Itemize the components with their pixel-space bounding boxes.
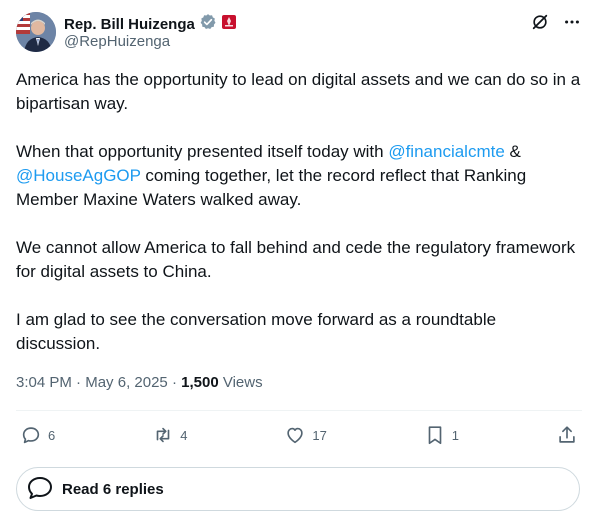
bookmark-button[interactable]: 1 — [424, 424, 459, 446]
post-text-segment: & — [504, 142, 521, 161]
post-date[interactable]: May 6, 2025 — [85, 374, 168, 391]
post-paragraph-4: I am glad to see the conversation move f… — [16, 310, 497, 353]
author-handle[interactable]: @RepHuizenga — [64, 33, 170, 50]
read-replies-label: Read 6 replies — [62, 480, 164, 498]
post-text-segment: When that opportunity presented itself t… — [16, 142, 389, 161]
like-count: 17 — [312, 427, 327, 443]
post-meta: 3:04 PM · May 6, 2025 · 1,500 Views — [16, 374, 263, 391]
views-label: Views — [218, 374, 263, 391]
mention-houseaggop[interactable]: @HouseAgGOP — [16, 166, 141, 185]
reply-button[interactable]: 6 — [20, 424, 55, 446]
like-button[interactable]: 17 — [284, 424, 327, 446]
avatar[interactable] — [16, 12, 56, 52]
repost-button[interactable]: 4 — [152, 424, 187, 446]
top-actions — [530, 12, 582, 32]
action-bar: 6 4 17 1 — [16, 423, 582, 447]
post-paragraph-3: We cannot allow America to fall behind a… — [16, 238, 576, 281]
mention-financialcmte[interactable]: @financialcmte — [388, 142, 504, 161]
share-button[interactable] — [556, 424, 578, 446]
author-name[interactable]: Rep. Bill Huizenga — [64, 16, 195, 33]
post-text: America has the opportunity to lead on d… — [16, 68, 582, 380]
bookmark-count: 1 — [451, 427, 460, 443]
more-options-icon[interactable] — [562, 12, 582, 32]
meta-separator: · — [71, 374, 86, 391]
share-icon — [556, 424, 578, 446]
repost-icon — [152, 424, 174, 446]
divider — [16, 410, 582, 411]
post-time[interactable]: 3:04 PM — [16, 374, 72, 391]
avatar-image — [16, 12, 56, 52]
chat-bubble-icon — [26, 473, 54, 506]
repost-count: 4 — [180, 427, 188, 443]
bookmark-icon — [424, 424, 446, 446]
post-paragraph-1: America has the opportunity to lead on d… — [16, 70, 581, 113]
meta-separator: · — [167, 374, 182, 391]
verified-badge-icon — [199, 13, 217, 36]
reply-icon — [20, 424, 42, 446]
congress-badge-icon — [221, 14, 237, 35]
read-replies-button[interactable]: Read 6 replies — [16, 467, 580, 511]
heart-icon — [284, 424, 306, 446]
grok-icon[interactable] — [530, 12, 550, 32]
post-paragraph-2: When that opportunity presented itself t… — [16, 140, 582, 212]
reply-count: 6 — [48, 427, 56, 443]
views-count[interactable]: 1,500 — [181, 374, 219, 391]
